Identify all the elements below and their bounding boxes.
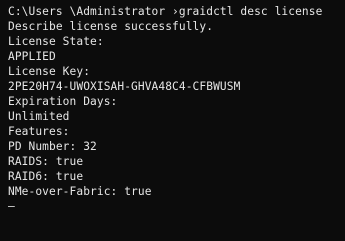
feature-raids: RAIDS: true [8,155,84,168]
license-state-label: License State: [8,35,104,48]
cut-off-line: — [8,200,15,213]
feature-pd-number: PD Number: 32 [8,140,97,153]
license-key-label: License Key: [8,65,91,78]
feature-raid6: RAID6: true [8,170,84,183]
terminal-window[interactable]: C:\Users \Administrator ›graidctl desc l… [0,0,345,241]
expiration-days-value: Unlimited [8,110,70,123]
output-status-line: Describe license successfully. [8,20,214,33]
feature-nvme-over-fabric: NMe-over-Fabric: true [8,185,152,198]
features-label: Features: [8,125,70,138]
expiration-days-label: Expiration Days: [8,95,118,108]
license-key-value: 2PE20H74-UWOXISAH-GHVA48C4-CFBWUSM [8,80,241,93]
command-prompt-line: C:\Users \Administrator ›graidctl desc l… [8,5,323,18]
license-state-value: APPLIED [8,50,56,63]
